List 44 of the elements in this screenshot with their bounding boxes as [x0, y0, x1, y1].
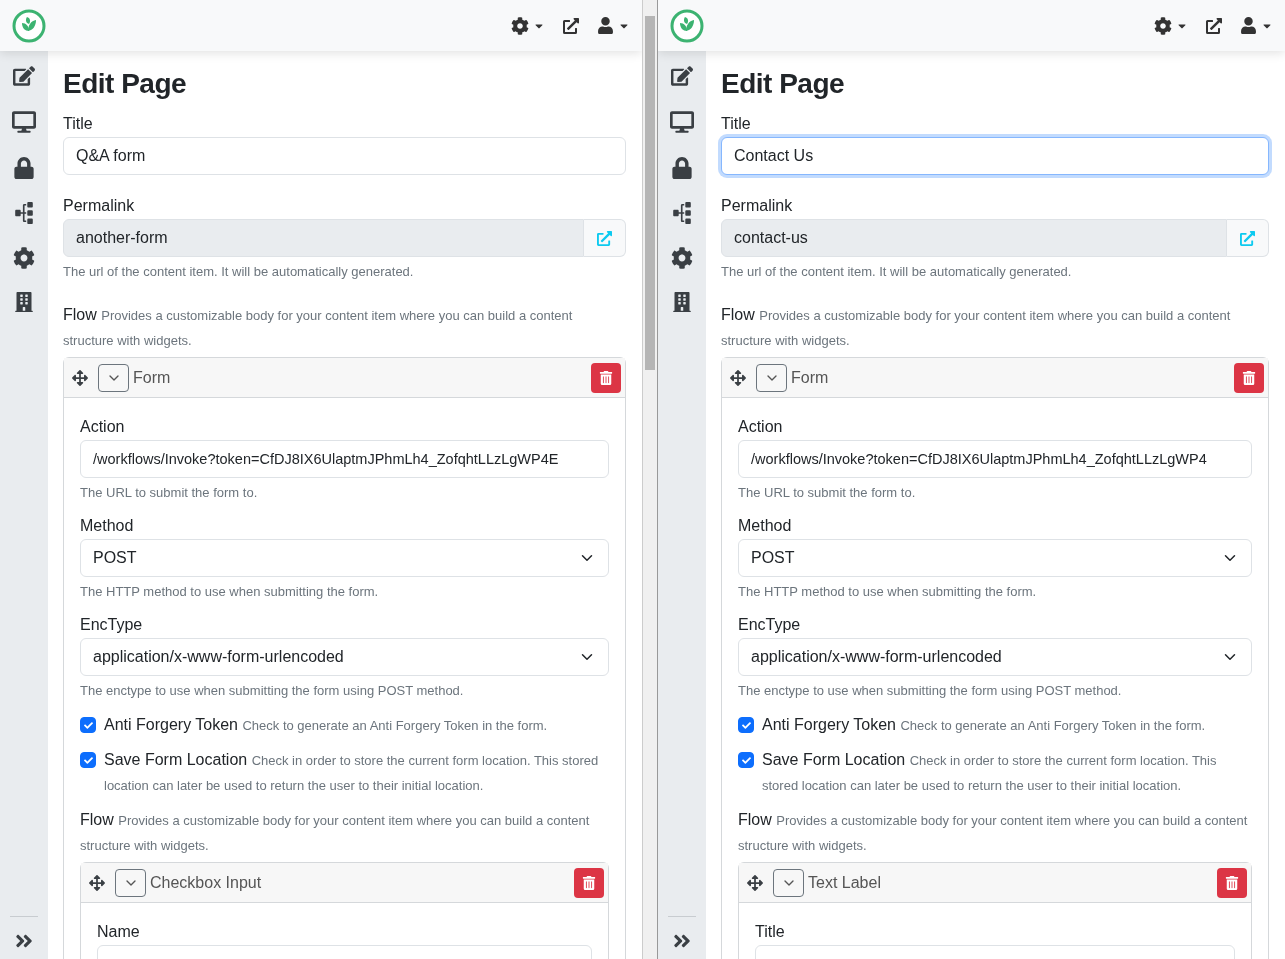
checkbox-label: Save Form Location Check in order to store the current form location. This stored location can later be used to return the user to their initial location. — [762, 750, 1218, 795]
input-field[interactable]: Q&A form — [63, 137, 626, 175]
widget-title: Form — [791, 368, 829, 387]
flow-description: Flow Provides a customizable body for your content item where you can build a content structure with widgets. — [738, 810, 1249, 855]
checkbox-label: Anti Forgery Token Check to generate an Anti Forgery Token in the form. — [762, 715, 1206, 735]
field-label: Title — [721, 114, 752, 134]
field-hint: The URL to submit the form to. — [80, 484, 259, 502]
checkbox-label: Save Form Location Check in order to store the current form location. This stored location can later be used to return the user to their initial location. — [104, 750, 600, 795]
widget-title: Checkbox Input — [150, 873, 262, 892]
field-label: EncType — [738, 615, 802, 635]
field-label: Name — [97, 922, 141, 942]
field-hint: The url of the content item. It will be automatically generated. — [721, 263, 1073, 281]
field-label: Title — [63, 114, 94, 134]
field-label: Permalink — [63, 196, 136, 216]
select-field[interactable]: POST — [738, 539, 1252, 577]
field-hint: The enctype to use when submitting the form using POST method. — [738, 682, 1123, 700]
permalink-field: contact-us — [721, 219, 1227, 257]
field-hint: The enctype to use when submitting the form using POST method. — [80, 682, 465, 700]
input-field[interactable]: Contact Us — [721, 137, 1269, 175]
field-label: Method — [738, 516, 793, 536]
field-label: EncType — [80, 615, 144, 635]
flow-description: Flow Provides a customizable body for your content item where you can build a content structure with widgets. — [80, 810, 591, 855]
checkbox-label: Anti Forgery Token Check to generate an Anti Forgery Token in the form. — [104, 715, 548, 735]
flow-description: Flow Provides a customizable body for your content item where you can build a content structure with widgets. — [721, 305, 1232, 350]
field-hint: The URL to submit the form to. — [738, 484, 917, 502]
page-heading: Edit Page — [63, 67, 188, 101]
select-field[interactable]: application/x-www-form-urlencoded — [738, 638, 1252, 676]
field-hint: The HTTP method to use when submitting the form. — [738, 583, 1038, 601]
input-field[interactable]: /workflows/Invoke?token=CfDJ8IX6UlaptmJPhmLh4_ZofqhtLLzLgWP4E — [80, 440, 609, 478]
field-label: Title — [755, 922, 786, 942]
field-hint: The HTTP method to use when submitting the form. — [80, 583, 380, 601]
widget-title: Form — [133, 368, 171, 387]
flow-description: Flow Provides a customizable body for your content item where you can build a content structure with widgets. — [63, 305, 574, 350]
select-field[interactable]: application/x-www-form-urlencoded — [80, 638, 609, 676]
field-label: Action — [738, 417, 784, 437]
field-label: Action — [80, 417, 126, 437]
field-hint: The url of the content item. It will be automatically generated. — [63, 263, 415, 281]
page-heading: Edit Page — [721, 67, 846, 101]
permalink-field: another-form — [63, 219, 584, 257]
field-label: Permalink — [721, 196, 794, 216]
field-label: Method — [80, 516, 135, 536]
widget-title: Text Label — [808, 873, 881, 892]
select-field[interactable]: POST — [80, 539, 609, 577]
input-field[interactable]: /workflows/Invoke?token=CfDJ8IX6UlaptmJPhmLh4_ZofqhtLLzLgWP4 — [738, 440, 1252, 478]
